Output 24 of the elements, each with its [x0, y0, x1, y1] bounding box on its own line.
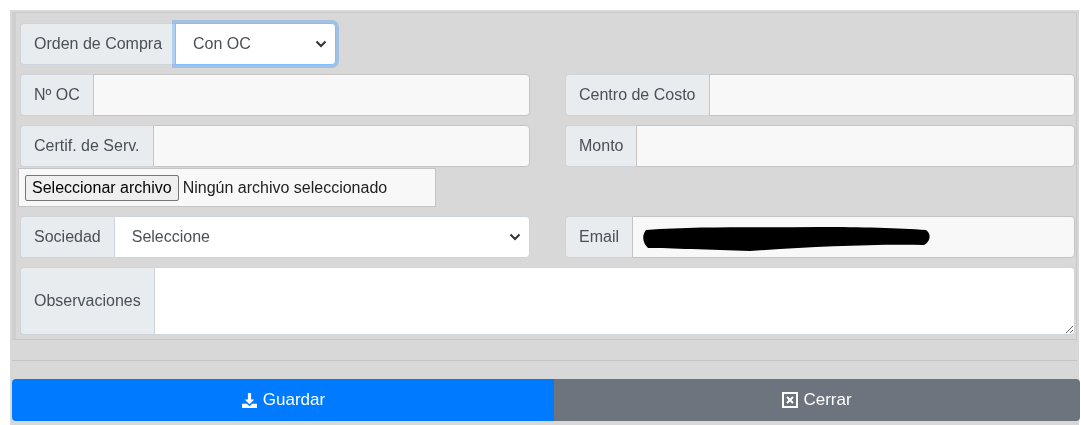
- text-field[interactable]: [636, 125, 1075, 167]
- field-label: Observaciones: [20, 267, 154, 335]
- field-label: Email: [565, 216, 632, 258]
- close-icon: [782, 392, 799, 408]
- text-field[interactable]: [708, 74, 1075, 116]
- text-field[interactable]: [152, 125, 530, 167]
- field-label: Sociedad: [20, 216, 114, 258]
- dropdown[interactable]: Con OC: [175, 23, 337, 65]
- save-button[interactable]: Guardar: [12, 379, 554, 421]
- dropdown[interactable]: Seleccione: [113, 216, 530, 258]
- choose-file-button[interactable]: Seleccionar archivo: [25, 174, 179, 201]
- field-label: Centro de Costo: [565, 74, 709, 116]
- text-area[interactable]: [153, 267, 1075, 335]
- field-label: Certif. de Serv.: [20, 125, 153, 167]
- text-field[interactable]: [92, 74, 530, 116]
- close-button[interactable]: Cerrar: [554, 379, 1080, 421]
- field-label: Orden de Compra: [20, 23, 176, 65]
- chevron-down-icon: [509, 233, 521, 241]
- field-label: Nº OC: [20, 74, 93, 116]
- file-input[interactable]: Seleccionar archivo Ningún archivo seleccionado: [18, 168, 436, 207]
- download-icon: [240, 391, 258, 409]
- chevron-down-icon: [315, 40, 328, 48]
- field-label: Monto: [565, 125, 637, 167]
- file-status: Ningún archivo seleccionado: [182, 178, 388, 197]
